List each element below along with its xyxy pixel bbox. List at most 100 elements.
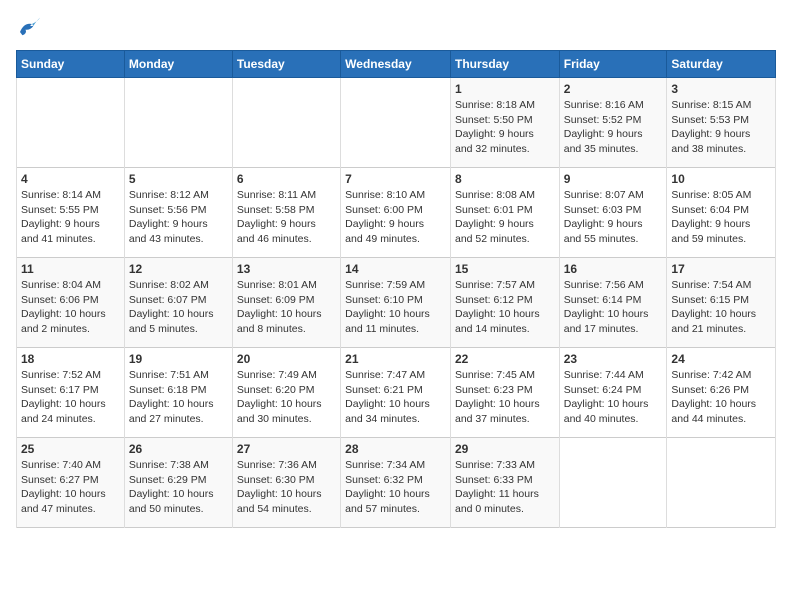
calendar-cell: 25 Sunrise: 7:40 AM Sunset: 6:27 PM Dayli… xyxy=(17,438,125,528)
calendar-table: SundayMondayTuesdayWednesdayThursdayFrid… xyxy=(16,50,776,528)
calendar-cell: 2 Sunrise: 8:16 AM Sunset: 5:52 PM Daylig… xyxy=(559,78,667,168)
calendar-cell: 22 Sunrise: 7:45 AM Sunset: 6:23 PM Dayli… xyxy=(450,348,559,438)
day-info: Sunrise: 7:49 AM Sunset: 6:20 PM Dayligh… xyxy=(237,368,336,427)
day-info: Sunrise: 8:14 AM Sunset: 5:55 PM Dayligh… xyxy=(21,188,120,247)
header-day-wednesday: Wednesday xyxy=(341,51,451,78)
day-info: Sunrise: 7:34 AM Sunset: 6:32 PM Dayligh… xyxy=(345,458,446,517)
day-number: 11 xyxy=(21,262,120,276)
day-number: 23 xyxy=(564,352,663,366)
day-info: Sunrise: 7:54 AM Sunset: 6:15 PM Dayligh… xyxy=(671,278,771,337)
day-number: 21 xyxy=(345,352,446,366)
calendar-cell: 8 Sunrise: 8:08 AM Sunset: 6:01 PM Daylig… xyxy=(450,168,559,258)
day-number: 15 xyxy=(455,262,555,276)
day-info: Sunrise: 8:15 AM Sunset: 5:53 PM Dayligh… xyxy=(671,98,771,157)
calendar-cell xyxy=(232,78,340,168)
header-day-saturday: Saturday xyxy=(667,51,776,78)
calendar-cell: 3Sunrise: 8:15 AM Sunset: 5:53 PM Daylig… xyxy=(667,78,776,168)
calendar-cell: 24 Sunrise: 7:42 AM Sunset: 6:26 PM Dayli… xyxy=(667,348,776,438)
calendar-cell: 26Sunrise: 7:38 AM Sunset: 6:29 PM Dayli… xyxy=(124,438,232,528)
day-number: 9 xyxy=(564,172,663,186)
day-info: Sunrise: 8:04 AM Sunset: 6:06 PM Dayligh… xyxy=(21,278,120,337)
day-number: 5 xyxy=(129,172,228,186)
day-number: 13 xyxy=(237,262,336,276)
calendar-cell: 18Sunrise: 7:52 AM Sunset: 6:17 PM Dayli… xyxy=(17,348,125,438)
header-day-tuesday: Tuesday xyxy=(232,51,340,78)
day-info: Sunrise: 7:51 AM Sunset: 6:18 PM Dayligh… xyxy=(129,368,228,427)
day-info: Sunrise: 7:57 AM Sunset: 6:12 PM Dayligh… xyxy=(455,278,555,337)
day-number: 6 xyxy=(237,172,336,186)
calendar-cell: 20 Sunrise: 7:49 AM Sunset: 6:20 PM Dayli… xyxy=(232,348,340,438)
day-number: 28 xyxy=(345,442,446,456)
day-number: 17 xyxy=(671,262,771,276)
day-number: 20 xyxy=(237,352,336,366)
page-header xyxy=(16,16,776,40)
calendar-cell: 4 Sunrise: 8:14 AM Sunset: 5:55 PM Daylig… xyxy=(17,168,125,258)
header-day-monday: Monday xyxy=(124,51,232,78)
day-number: 24 xyxy=(671,352,771,366)
calendar-cell: 23 Sunrise: 7:44 AM Sunset: 6:24 PM Dayli… xyxy=(559,348,667,438)
calendar-week-row: 4 Sunrise: 8:14 AM Sunset: 5:55 PM Daylig… xyxy=(17,168,776,258)
day-number: 22 xyxy=(455,352,555,366)
calendar-week-row: 18Sunrise: 7:52 AM Sunset: 6:17 PM Dayli… xyxy=(17,348,776,438)
day-number: 26 xyxy=(129,442,228,456)
calendar-cell: 1 Sunrise: 8:18 AM Sunset: 5:50 PM Daylig… xyxy=(450,78,559,168)
day-number: 1 xyxy=(455,82,555,96)
day-info: Sunrise: 8:07 AM Sunset: 6:03 PM Dayligh… xyxy=(564,188,663,247)
day-info: Sunrise: 7:40 AM Sunset: 6:27 PM Dayligh… xyxy=(21,458,120,517)
day-info: Sunrise: 7:36 AM Sunset: 6:30 PM Dayligh… xyxy=(237,458,336,517)
day-number: 18 xyxy=(21,352,120,366)
header-day-friday: Friday xyxy=(559,51,667,78)
calendar-cell: 13Sunrise: 8:01 AM Sunset: 6:09 PM Dayli… xyxy=(232,258,340,348)
calendar-cell: 7Sunrise: 8:10 AM Sunset: 6:00 PM Daylig… xyxy=(341,168,451,258)
day-info: Sunrise: 8:05 AM Sunset: 6:04 PM Dayligh… xyxy=(671,188,771,247)
day-info: Sunrise: 7:45 AM Sunset: 6:23 PM Dayligh… xyxy=(455,368,555,427)
calendar-cell: 16 Sunrise: 7:56 AM Sunset: 6:14 PM Dayli… xyxy=(559,258,667,348)
calendar-cell: 9 Sunrise: 8:07 AM Sunset: 6:03 PM Daylig… xyxy=(559,168,667,258)
calendar-cell: 28 Sunrise: 7:34 AM Sunset: 6:32 PM Dayli… xyxy=(341,438,451,528)
calendar-week-row: 25 Sunrise: 7:40 AM Sunset: 6:27 PM Dayli… xyxy=(17,438,776,528)
calendar-cell: 21 Sunrise: 7:47 AM Sunset: 6:21 PM Dayli… xyxy=(341,348,451,438)
day-info: Sunrise: 8:10 AM Sunset: 6:00 PM Dayligh… xyxy=(345,188,446,247)
calendar-cell xyxy=(124,78,232,168)
calendar-body: 1 Sunrise: 8:18 AM Sunset: 5:50 PM Daylig… xyxy=(17,78,776,528)
calendar-header: SundayMondayTuesdayWednesdayThursdayFrid… xyxy=(17,51,776,78)
day-info: Sunrise: 7:42 AM Sunset: 6:26 PM Dayligh… xyxy=(671,368,771,427)
calendar-cell: 14Sunrise: 7:59 AM Sunset: 6:10 PM Dayli… xyxy=(341,258,451,348)
day-info: Sunrise: 7:33 AM Sunset: 6:33 PM Dayligh… xyxy=(455,458,555,517)
day-number: 10 xyxy=(671,172,771,186)
day-number: 29 xyxy=(455,442,555,456)
header-day-sunday: Sunday xyxy=(17,51,125,78)
header-row: SundayMondayTuesdayWednesdayThursdayFrid… xyxy=(17,51,776,78)
logo-bird-icon xyxy=(16,16,40,40)
calendar-cell xyxy=(667,438,776,528)
day-info: Sunrise: 8:02 AM Sunset: 6:07 PM Dayligh… xyxy=(129,278,228,337)
header-day-thursday: Thursday xyxy=(450,51,559,78)
day-number: 14 xyxy=(345,262,446,276)
day-number: 16 xyxy=(564,262,663,276)
calendar-cell: 11 Sunrise: 8:04 AM Sunset: 6:06 PM Dayli… xyxy=(17,258,125,348)
calendar-cell: 19Sunrise: 7:51 AM Sunset: 6:18 PM Dayli… xyxy=(124,348,232,438)
calendar-cell: 15 Sunrise: 7:57 AM Sunset: 6:12 PM Dayli… xyxy=(450,258,559,348)
calendar-week-row: 1 Sunrise: 8:18 AM Sunset: 5:50 PM Daylig… xyxy=(17,78,776,168)
calendar-cell: 12 Sunrise: 8:02 AM Sunset: 6:07 PM Dayli… xyxy=(124,258,232,348)
day-number: 8 xyxy=(455,172,555,186)
day-info: Sunrise: 8:11 AM Sunset: 5:58 PM Dayligh… xyxy=(237,188,336,247)
day-number: 4 xyxy=(21,172,120,186)
day-info: Sunrise: 7:47 AM Sunset: 6:21 PM Dayligh… xyxy=(345,368,446,427)
calendar-cell: 17 Sunrise: 7:54 AM Sunset: 6:15 PM Dayli… xyxy=(667,258,776,348)
logo xyxy=(16,16,44,40)
calendar-cell xyxy=(559,438,667,528)
calendar-cell: 27Sunrise: 7:36 AM Sunset: 6:30 PM Dayli… xyxy=(232,438,340,528)
day-info: Sunrise: 7:44 AM Sunset: 6:24 PM Dayligh… xyxy=(564,368,663,427)
calendar-cell xyxy=(341,78,451,168)
day-number: 25 xyxy=(21,442,120,456)
calendar-cell: 6 Sunrise: 8:11 AM Sunset: 5:58 PM Daylig… xyxy=(232,168,340,258)
calendar-cell: 10 Sunrise: 8:05 AM Sunset: 6:04 PM Dayli… xyxy=(667,168,776,258)
day-info: Sunrise: 7:56 AM Sunset: 6:14 PM Dayligh… xyxy=(564,278,663,337)
calendar-cell: 5Sunrise: 8:12 AM Sunset: 5:56 PM Daylig… xyxy=(124,168,232,258)
day-number: 12 xyxy=(129,262,228,276)
day-info: Sunrise: 8:08 AM Sunset: 6:01 PM Dayligh… xyxy=(455,188,555,247)
day-info: Sunrise: 8:16 AM Sunset: 5:52 PM Dayligh… xyxy=(564,98,663,157)
day-number: 2 xyxy=(564,82,663,96)
day-info: Sunrise: 8:18 AM Sunset: 5:50 PM Dayligh… xyxy=(455,98,555,157)
